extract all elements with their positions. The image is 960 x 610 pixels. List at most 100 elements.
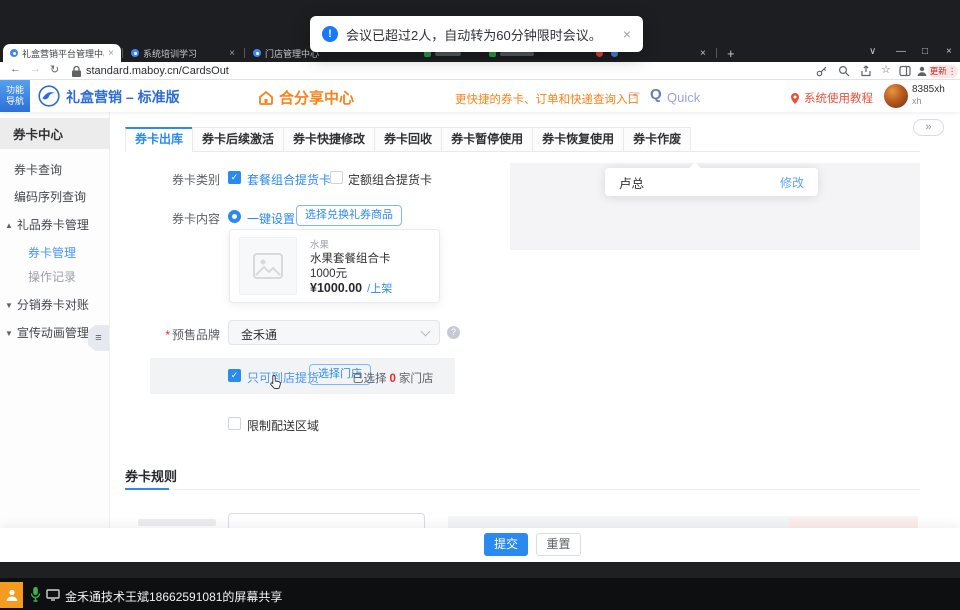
toast-close-icon[interactable]: ×	[623, 26, 631, 42]
choose-gift-products-button[interactable]: 选择兑换礼券商品	[296, 205, 402, 226]
kebab-menu-icon: ⋮	[948, 67, 957, 76]
tutorial-link[interactable]: 系统使用教程	[790, 90, 873, 106]
tab-card-void[interactable]: 券卡作废	[623, 127, 691, 152]
checkbox-package-card[interactable]: ✓	[228, 171, 241, 184]
brand-select[interactable]: 金禾通	[228, 320, 440, 345]
bookmark-star-icon[interactable]: ☆	[881, 63, 891, 76]
tab-title-partial	[500, 52, 534, 56]
sidebar-group-gift-card[interactable]: ▲礼品券卡管理	[5, 216, 89, 233]
bottom-gap-bar	[0, 562, 960, 578]
checkbox-store-pickup[interactable]: ✓	[228, 369, 241, 382]
radio-one-click-label[interactable]: 一键设置	[247, 210, 295, 227]
update-label: 更新	[930, 67, 947, 76]
reload-icon[interactable]: ↻	[50, 63, 59, 76]
app-title: 礼盒营销 – 标准版	[66, 87, 180, 107]
share-center-label: 合分享中心	[279, 87, 354, 108]
tab-card-outbound[interactable]: 券卡出库	[125, 127, 193, 152]
product-status: /上架	[367, 283, 392, 295]
expand-panel-button[interactable]: »	[913, 119, 944, 136]
reset-button[interactable]: 重置	[536, 533, 581, 556]
sidebar-item-code-query[interactable]: 编码序列查询	[14, 188, 86, 205]
user-name: 8385xh xh	[912, 84, 945, 107]
zoom-icon[interactable]	[838, 65, 850, 77]
nav-toggle-line1: 功能	[6, 85, 24, 96]
toast-message: 会议已超过2人，自动转为60分钟限时会议。	[346, 25, 602, 44]
back-icon[interactable]: ←	[10, 63, 21, 75]
window-maximize-button[interactable]: □	[922, 46, 928, 57]
caret-down-icon: ▼	[5, 301, 13, 310]
tab-title-partial	[435, 52, 461, 56]
sidebar-item-card-manage[interactable]: 券卡管理	[28, 244, 76, 261]
browser-update-button[interactable]: 更新 ⋮	[928, 65, 958, 78]
microphone-icon[interactable]	[30, 586, 41, 602]
sidebar-group-label: 宣传动画管理	[17, 326, 89, 340]
product-image-placeholder	[239, 237, 297, 295]
sidebar-collapse-handle[interactable]: ≡	[88, 325, 109, 351]
count-suffix: 家门店	[399, 373, 434, 385]
profile-icon[interactable]	[916, 65, 928, 77]
option-fixed-card-label[interactable]: 定额组合提货卡	[348, 171, 432, 188]
quick-search-icon[interactable]: Q	[650, 86, 662, 103]
required-asterisk: *	[165, 328, 170, 342]
quick-label[interactable]: Quick	[667, 90, 700, 105]
help-icon[interactable]: ?	[447, 326, 460, 339]
picture-icon	[253, 253, 283, 279]
sidebar-group-label: 礼品券卡管理	[17, 218, 89, 232]
main-tab-bar: 券卡出库 券卡后续激活 券卡快捷修改 券卡回收 券卡暂停使用 券卡恢复使用 券卡…	[125, 127, 690, 152]
tab-card-recycle[interactable]: 券卡回收	[374, 127, 442, 152]
lock-icon	[72, 66, 81, 77]
browser-menu-chevron[interactable]: ∨	[869, 46, 876, 57]
tab-separator	[716, 48, 717, 58]
brand-label-text: 预售品牌	[172, 328, 220, 342]
brand-select-value: 金禾通	[241, 326, 277, 343]
checkbox-delivery-limit[interactable]	[228, 417, 241, 430]
tab-card-resume[interactable]: 券卡恢复使用	[532, 127, 624, 152]
tab-card-activate[interactable]: 券卡后续激活	[192, 127, 284, 152]
option-package-card-label[interactable]: 套餐组合提货卡	[247, 171, 331, 188]
tab-separator	[244, 48, 245, 58]
tab-card-suspend[interactable]: 券卡暂停使用	[441, 127, 533, 152]
brand-logo-icon	[38, 85, 60, 107]
tab-card-quick-edit[interactable]: 券卡快捷修改	[283, 127, 375, 152]
browser-tab-2[interactable]: 系统培训学习 ×	[124, 44, 242, 62]
quick-entry-hint: 更快捷的券卡、订单和快递查询入口	[455, 91, 639, 107]
sidebar-group-animation[interactable]: ▼ 宣传动画管理	[5, 324, 89, 341]
browser-tab-1[interactable]: 礼盒营销平台管理中心 ×	[3, 44, 121, 62]
product-category: 水果	[310, 237, 329, 251]
nav-toggle-line2: 导航	[6, 96, 24, 107]
new-tab-button[interactable]: +	[727, 46, 735, 61]
window-close-button[interactable]: ×	[946, 46, 952, 57]
delivery-limit-label[interactable]: 限制配送区域	[247, 417, 319, 434]
tab-title: 礼盒营销平台管理中心	[22, 47, 104, 60]
side-panel-icon[interactable]	[899, 65, 911, 77]
modify-link[interactable]: 修改	[780, 174, 804, 191]
share-icon[interactable]	[860, 65, 872, 77]
rules-divider	[125, 489, 920, 490]
key-icon[interactable]	[816, 65, 828, 77]
caret-down-icon: ▼	[5, 329, 13, 338]
product-spec: 1000元	[310, 265, 347, 281]
tab-favicon	[253, 49, 261, 57]
forward-icon[interactable]: →	[30, 63, 41, 75]
share-status-text: 金禾通技术王斌18662591081的屏幕共享	[65, 588, 282, 605]
tab-close-icon[interactable]: ×	[229, 48, 235, 59]
url-field[interactable]: standard.maboy.cn/CardsOut	[86, 65, 229, 77]
user-avatar[interactable]	[884, 84, 908, 108]
checkbox-fixed-card[interactable]	[330, 171, 343, 184]
radio-one-click-setup[interactable]	[228, 210, 241, 223]
share-center-link[interactable]: 合分享中心	[258, 87, 354, 108]
chevron-down-icon	[421, 327, 431, 337]
tab-favicon	[10, 49, 18, 57]
tab-close-icon[interactable]: ×	[108, 48, 114, 59]
presale-brand-label: *预售品牌	[124, 326, 220, 343]
tab-close-icon[interactable]: ×	[700, 48, 706, 59]
info-icon: !	[322, 26, 338, 42]
function-nav-toggle[interactable]: 功能 导航	[0, 80, 30, 112]
window-minimize-button[interactable]: —	[896, 46, 906, 57]
mouse-cursor	[269, 374, 283, 389]
sidebar-group-distribution[interactable]: ▼分销券卡对账	[5, 296, 89, 313]
sidebar-item-card-query[interactable]: 券卡查询	[14, 161, 62, 178]
sidebar-item-op-record[interactable]: 操作记录	[28, 268, 76, 285]
price-value: ¥1000.00	[310, 281, 362, 295]
submit-button[interactable]: 提交	[484, 533, 528, 556]
